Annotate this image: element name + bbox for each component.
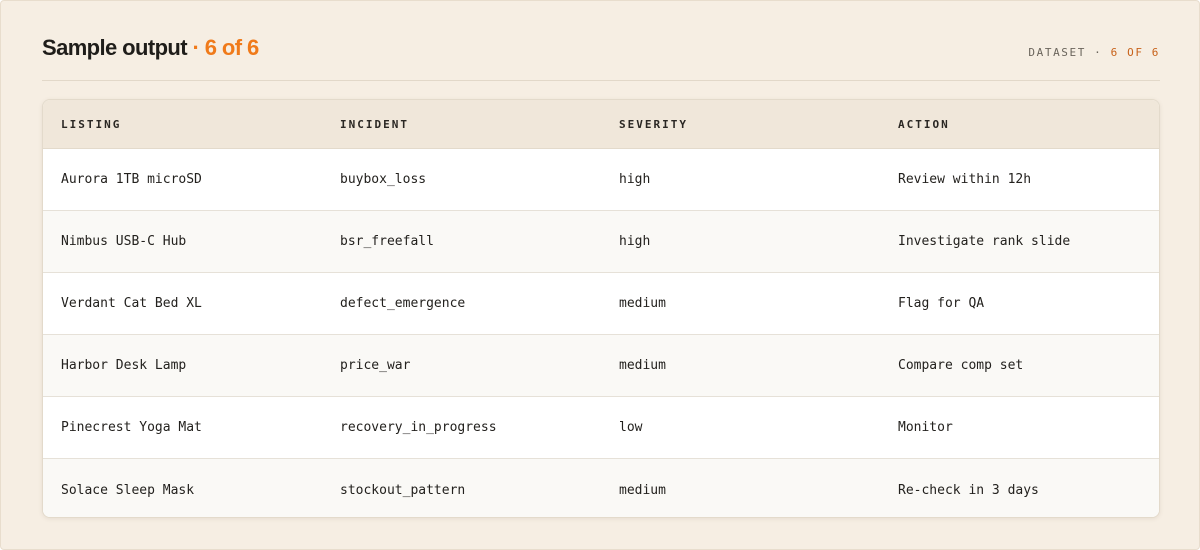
incident-cell: buybox_loss (340, 172, 427, 187)
incident-cell: bsr_freefall (340, 234, 434, 249)
severity-cell: high (619, 234, 651, 249)
incident-cell: stockout_pattern (340, 482, 466, 498)
dataset-count: 6 OF 6 (1110, 46, 1160, 59)
listing-cell: Aurora 1TB microSD (61, 172, 202, 187)
action-cell: Investigate rank slide (898, 234, 1071, 249)
action-cell: Review within 12h (898, 172, 1032, 187)
severity-cell: medium (619, 296, 666, 311)
page-title: Sample output · 6 of 6 (42, 35, 259, 61)
action-cell: Compare comp set (898, 358, 1024, 373)
severity-cell: medium (619, 358, 666, 373)
severity-cell: medium (619, 482, 666, 498)
incident-cell: recovery_in_progress (340, 420, 497, 435)
listing-cell: Harbor Desk Lamp (61, 358, 187, 373)
action-cell: Re-check in 3 days (898, 482, 1039, 498)
table-row: Nimbus USB-C Hub bsr_freefall high Inves… (43, 211, 1159, 273)
table-row: Aurora 1TB microSD buybox_loss high Revi… (43, 149, 1159, 211)
table-row: Pinecrest Yoga Mat recovery_in_progress … (43, 397, 1159, 459)
action-cell: Flag for QA (898, 296, 985, 311)
dataset-indicator: DATASET · 6 OF 6 (1028, 46, 1160, 59)
listing-cell: Pinecrest Yoga Mat (61, 420, 202, 435)
listing-cell: Nimbus USB-C Hub (61, 234, 187, 249)
panel-frame: Sample output · 6 of 6 DATASET · 6 OF 6 … (0, 0, 1200, 550)
incident-cell: defect_emergence (340, 296, 466, 311)
column-header-severity: SEVERITY (619, 117, 688, 131)
column-header-action: ACTION (898, 117, 950, 131)
action-cell: Monitor (898, 420, 953, 435)
column-header-incident: INCIDENT (340, 117, 409, 131)
table-header-row: LISTING INCIDENT SEVERITY ACTION (43, 100, 1159, 149)
dataset-label: DATASET · (1028, 46, 1103, 59)
title-accent: · 6 of 6 (192, 35, 260, 60)
results-table: LISTING INCIDENT SEVERITY ACTION Aurora … (42, 99, 1160, 518)
table-row: Solace Sleep Mask stockout_pattern mediu… (43, 459, 1159, 517)
title-text: Sample output (42, 35, 188, 60)
listing-cell: Solace Sleep Mask (61, 482, 195, 498)
incident-cell: price_war (340, 358, 411, 373)
column-header-listing: LISTING (61, 117, 122, 131)
panel-header: Sample output · 6 of 6 DATASET · 6 OF 6 (42, 33, 1160, 81)
table-row: Harbor Desk Lamp price_war medium Compar… (43, 335, 1159, 397)
listing-cell: Verdant Cat Bed XL (61, 296, 202, 311)
severity-cell: high (619, 172, 651, 187)
severity-cell: low (619, 420, 643, 435)
table-row: Verdant Cat Bed XL defect_emergence medi… (43, 273, 1159, 335)
